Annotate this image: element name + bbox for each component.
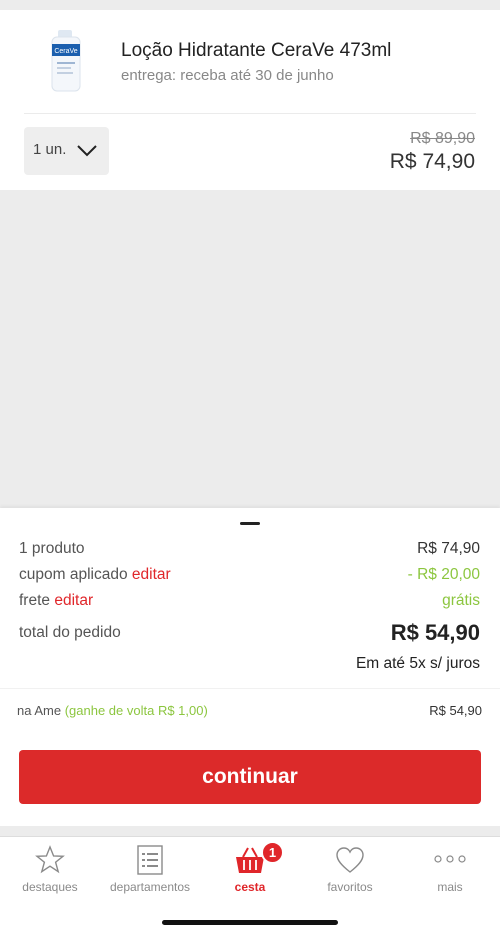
shipping-row-label: frete editar xyxy=(19,592,93,610)
heart-icon xyxy=(335,845,365,880)
product-title[interactable]: Loção Hidratante CeraVe 473ml xyxy=(121,40,391,62)
installments-info: Em até 5x s/ juros xyxy=(355,655,480,672)
shipping-edit-link[interactable]: editar xyxy=(54,592,93,609)
tab-favoritos[interactable]: favoritos xyxy=(300,845,400,901)
ame-label: na Ame xyxy=(17,703,62,718)
tab-label: mais xyxy=(437,880,463,894)
tab-label: cesta xyxy=(234,880,266,894)
svg-text:CeraVe: CeraVe xyxy=(54,48,77,55)
more-dots-icon xyxy=(433,845,467,880)
list-icon xyxy=(137,845,163,880)
shipping-value: grátis xyxy=(442,592,480,609)
coupon-edit-link[interactable]: editar xyxy=(132,566,171,583)
ame-total: R$ 54,90 xyxy=(429,703,482,718)
tab-label: favoritos xyxy=(327,880,373,894)
original-price: R$ 89,90 xyxy=(410,130,475,147)
quantity-select[interactable]: 1 un. xyxy=(24,127,109,175)
continue-button[interactable]: continuar xyxy=(19,750,481,804)
ame-payment-label: na Ame (ganhe de volta R$ 1,00) xyxy=(17,703,208,718)
total-label: total do pedido xyxy=(19,624,121,641)
home-indicator xyxy=(162,920,338,925)
star-icon xyxy=(35,845,65,880)
shipping-label: frete xyxy=(19,592,51,609)
coupon-row-label: cupom aplicado editar xyxy=(19,566,171,584)
cerave-bottle-icon[interactable]: CeraVe xyxy=(48,30,84,92)
tab-destaques[interactable]: destaques xyxy=(0,845,100,901)
tab-label: destaques xyxy=(22,880,78,894)
top-strip xyxy=(0,0,500,10)
order-summary-sheet: 1 produto R$ 74,90 cupom aplicado editar… xyxy=(0,508,500,826)
gap-strip xyxy=(0,826,500,836)
tab-mais[interactable]: mais xyxy=(400,845,500,901)
products-subtotal: R$ 74,90 xyxy=(417,540,480,557)
cart-count-badge: 1 xyxy=(261,841,284,864)
tab-departamentos[interactable]: departamentos xyxy=(100,845,200,901)
delivery-estimate: entrega: receba até 30 de junho xyxy=(121,67,334,84)
chevron-down-icon xyxy=(76,144,98,163)
quantity-value: 1 un. xyxy=(33,141,67,158)
ame-cashback: (ganhe de volta R$ 1,00) xyxy=(64,703,208,718)
divider xyxy=(0,688,500,689)
tab-label: departamentos xyxy=(109,880,191,894)
divider xyxy=(24,113,476,114)
current-price: R$ 74,90 xyxy=(389,150,475,173)
products-count-label: 1 produto xyxy=(19,540,85,557)
cart-item-card: CeraVe Loção Hidratante CeraVe 473ml ent… xyxy=(0,10,500,190)
sheet-drag-handle[interactable] xyxy=(240,522,260,525)
coupon-label: cupom aplicado xyxy=(19,566,128,583)
coupon-discount: - R$ 20,00 xyxy=(407,566,480,583)
tab-cesta[interactable]: cesta xyxy=(200,845,300,901)
total-value: R$ 54,90 xyxy=(390,620,480,645)
